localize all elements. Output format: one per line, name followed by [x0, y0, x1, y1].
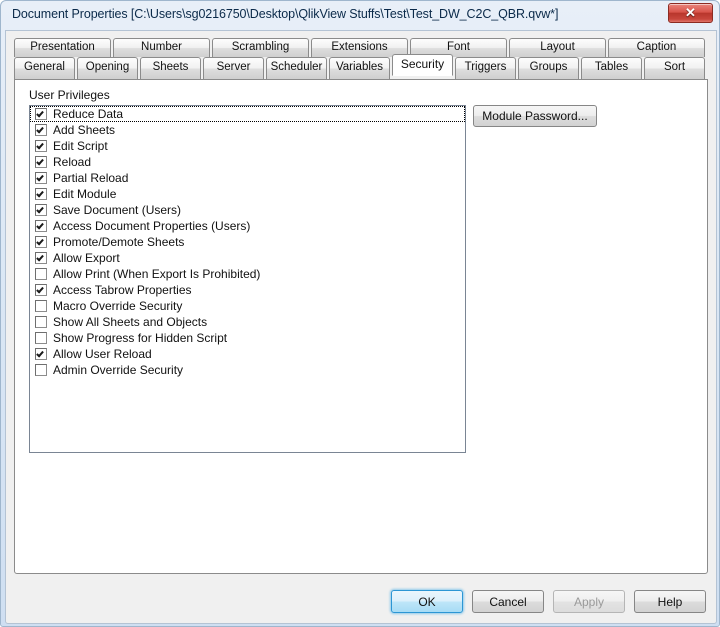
tab-row-top: Presentation Number Scrambling Extensions Fo… — [14, 38, 708, 57]
privilege-row[interactable]: Macro Override Security — [30, 298, 465, 314]
tab-presentation[interactable]: Presentation — [14, 38, 111, 57]
privilege-row[interactable]: Add Sheets — [30, 122, 465, 138]
privilege-label: Access Document Properties (Users) — [53, 219, 251, 233]
privilege-row[interactable]: Edit Module — [30, 186, 465, 202]
checkbox-checked-icon[interactable] — [35, 172, 47, 184]
privilege-label: Add Sheets — [53, 123, 116, 137]
privilege-row[interactable]: Reduce Data — [30, 106, 465, 122]
privilege-label: Save Document (Users) — [53, 203, 182, 217]
privilege-row[interactable]: Access Tabrow Properties — [30, 282, 465, 298]
title-bar[interactable]: Document Properties [C:\Users\sg0216750\… — [1, 1, 720, 30]
tab-number[interactable]: Number — [113, 38, 210, 57]
privilege-label: Edit Module — [53, 187, 117, 201]
privilege-label: Show All Sheets and Objects — [53, 315, 208, 329]
checkbox-checked-icon[interactable] — [35, 108, 47, 120]
document-properties-window: Document Properties [C:\Users\sg0216750\… — [0, 0, 720, 627]
checkbox-checked-icon[interactable] — [35, 348, 47, 360]
checkbox-unchecked-icon[interactable] — [35, 364, 47, 376]
checkbox-checked-icon[interactable] — [35, 156, 47, 168]
tab-sheets[interactable]: Sheets — [140, 57, 201, 79]
tab-row-bottom: General Opening Sheets Server Scheduler Varia… — [14, 54, 708, 79]
privilege-label: Reduce Data — [53, 107, 124, 121]
privilege-label: Admin Override Security — [53, 363, 184, 377]
checkbox-unchecked-icon[interactable] — [35, 268, 47, 280]
privilege-label: Show Progress for Hidden Script — [53, 331, 228, 345]
checkbox-checked-icon[interactable] — [35, 252, 47, 264]
privilege-label: Allow Print (When Export Is Prohibited) — [53, 267, 261, 281]
tab-variables[interactable]: Variables — [329, 57, 390, 79]
privilege-label: Partial Reload — [53, 171, 129, 185]
checkbox-checked-icon[interactable] — [35, 140, 47, 152]
module-password-button[interactable]: Module Password... — [473, 105, 597, 127]
checkbox-checked-icon[interactable] — [35, 236, 47, 248]
tab-opening[interactable]: Opening — [77, 57, 138, 79]
privilege-label: Allow User Reload — [53, 347, 152, 361]
tab-groups[interactable]: Groups — [518, 57, 579, 79]
tab-scheduler[interactable]: Scheduler — [266, 57, 327, 79]
checkbox-unchecked-icon[interactable] — [35, 300, 47, 312]
privilege-row[interactable]: Allow Export — [30, 250, 465, 266]
window-title: Document Properties [C:\Users\sg0216750\… — [12, 7, 559, 21]
checkbox-checked-icon[interactable] — [35, 204, 47, 216]
privilege-row[interactable]: Edit Script — [30, 138, 465, 154]
privilege-row[interactable]: Show All Sheets and Objects — [30, 314, 465, 330]
privilege-row[interactable]: Allow User Reload — [30, 346, 465, 362]
tab-layout[interactable]: Layout — [509, 38, 606, 57]
tab-general[interactable]: General — [14, 57, 75, 79]
checkbox-checked-icon[interactable] — [35, 220, 47, 232]
help-button[interactable]: Help — [634, 590, 706, 613]
checkbox-unchecked-icon[interactable] — [35, 332, 47, 344]
privilege-label: Allow Export — [53, 251, 120, 265]
privilege-label: Promote/Demote Sheets — [53, 235, 185, 249]
ok-button[interactable]: OK — [391, 590, 463, 613]
tab-tables[interactable]: Tables — [581, 57, 642, 79]
dialog-footer: OK Cancel Apply Help — [6, 574, 716, 624]
cancel-button[interactable]: Cancel — [472, 590, 544, 613]
tab-caption[interactable]: Caption — [608, 38, 705, 57]
privilege-row[interactable]: Admin Override Security — [30, 362, 465, 378]
checkbox-unchecked-icon[interactable] — [35, 316, 47, 328]
privilege-row[interactable]: Allow Print (When Export Is Prohibited) — [30, 266, 465, 282]
user-privileges-label: User Privileges — [29, 88, 110, 102]
tab-scrambling[interactable]: Scrambling — [212, 38, 309, 57]
tab-sort[interactable]: Sort — [644, 57, 705, 79]
privilege-label: Macro Override Security — [53, 299, 183, 313]
checkbox-checked-icon[interactable] — [35, 188, 47, 200]
privilege-label: Edit Script — [53, 139, 108, 153]
privilege-row[interactable]: Partial Reload — [30, 170, 465, 186]
close-icon: ✕ — [685, 5, 696, 20]
privilege-row[interactable]: Reload — [30, 154, 465, 170]
tab-server[interactable]: Server — [203, 57, 264, 79]
close-button[interactable]: ✕ — [668, 3, 713, 23]
tab-triggers[interactable]: Triggers — [455, 57, 516, 79]
tab-security[interactable]: Security — [392, 54, 453, 76]
privilege-row[interactable]: Save Document (Users) — [30, 202, 465, 218]
privilege-label: Access Tabrow Properties — [53, 283, 192, 297]
tab-strip: Presentation Number Scrambling Extensions Fo… — [14, 38, 708, 82]
privilege-row[interactable]: Promote/Demote Sheets — [30, 234, 465, 250]
privilege-row[interactable]: Show Progress for Hidden Script — [30, 330, 465, 346]
apply-button: Apply — [553, 590, 625, 613]
privilege-row[interactable]: Access Document Properties (Users) — [30, 218, 465, 234]
privilege-label: Reload — [53, 155, 92, 169]
user-privileges-list[interactable]: Reduce Data Add Sheets Edit Script Reload Pa… — [29, 105, 466, 453]
security-tab-panel: User Privileges Reduce Data Add Sheets Edi… — [14, 79, 708, 574]
checkbox-checked-icon[interactable] — [35, 124, 47, 136]
dialog-client-area: Presentation Number Scrambling Extensions Fo… — [5, 30, 717, 624]
checkbox-checked-icon[interactable] — [35, 284, 47, 296]
